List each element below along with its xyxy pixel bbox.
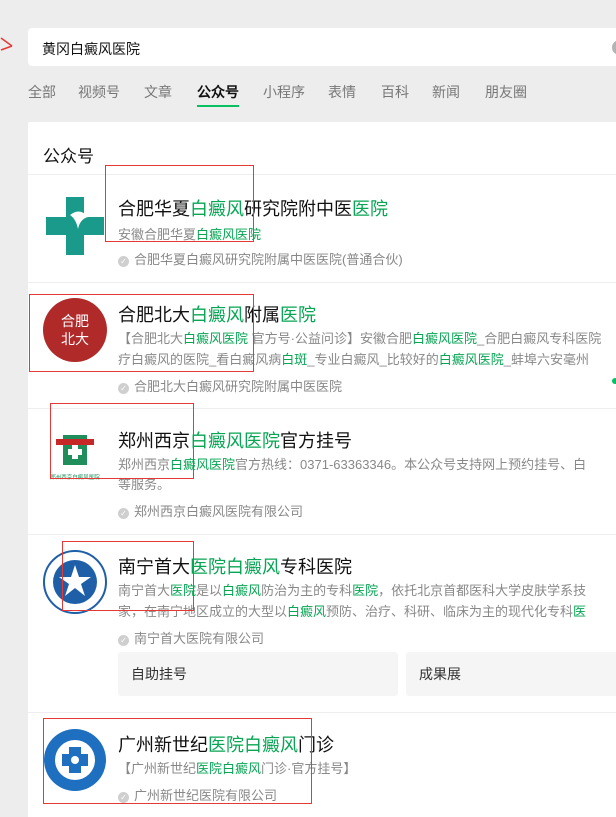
tab-encyclopedia[interactable]: 百科 (381, 82, 409, 102)
search-bar[interactable]: 黄冈白癜风医院 ✕ (28, 28, 616, 66)
account-description: 郑州西京白癜风医院官方热线：0371-63363346。本公众号支持网上预约挂号… (118, 457, 587, 472)
account-owner: ✓ 合肥华夏白癜风研究院附属中医医院(普通合伙) (118, 249, 403, 268)
achievements-button[interactable]: 成果展 (406, 652, 616, 696)
verified-icon: ✓ (118, 256, 129, 267)
tab-moments[interactable]: 朋友圈 (485, 82, 527, 102)
annotation-arrow-icon (0, 37, 13, 51)
account-name[interactable]: 南宁首大医院白癜风专科医院 (118, 553, 352, 579)
account-description: 【合肥北大白癜风医院 官方号·公益问诊】安徽合肥白癜风医院_合肥白癜风专科医院 (118, 331, 602, 346)
result-item[interactable]: 合肥 北大 合肥北大白癜风附属医院 【合肥北大白癜风医院 官方号·公益问诊】安徽… (28, 282, 616, 408)
svg-text:郑州西京白癜风医院: 郑州西京白癜风医院 (50, 473, 100, 481)
hospital-cross-logo-icon (46, 197, 104, 255)
search-results-page: 黄冈白癜风医院 ✕ 全部 视频号 文章 公众号 小程序 表情 百科 新闻 朋友圈… (0, 0, 616, 817)
account-description: 南宁首大医院是以白癜风防治为主的专科医院，依托北京首都医科大学皮肤学系技 (118, 583, 587, 598)
verified-icon: ✓ (118, 792, 129, 803)
account-description-line-2: 等服务。 (118, 477, 171, 492)
svg-text:合肥: 合肥 (61, 314, 89, 330)
hefei-beida-logo-icon: 合肥 北大 (43, 298, 107, 362)
result-item[interactable]: 广州新世纪医院白癜风门诊 【广州新世纪医院白癜风门诊·官方挂号】 ✓ 广州新世纪医… (28, 712, 616, 817)
account-name[interactable]: 合肥华夏白癜风研究院附中医医院 (118, 195, 388, 221)
tab-mini-programs[interactable]: 小程序 (263, 82, 305, 102)
account-owner: ✓ 合肥北大白癜风研究院附属中医医院 (118, 376, 342, 395)
tab-channels[interactable]: 视频号 (78, 82, 120, 102)
results-card: 公众号 合肥华夏白癜风研究院附中医医院 安徽合肥华夏白癜风医院 ✓ 合肥华夏白癜风… (28, 122, 616, 817)
account-name[interactable]: 郑州西京白癜风医院官方挂号 (118, 427, 352, 453)
clear-icon[interactable]: ✕ (612, 40, 616, 55)
status-dot (612, 378, 616, 384)
zhengzhou-xijing-logo-icon: 郑州西京白癜风医院 (50, 435, 100, 481)
account-description-line-2: 疗白癜风的医院_看白癜风病白斑_专业白癜风_比较好的白癜风医院_蚌埠六安毫州 (118, 352, 589, 367)
nanning-shouda-logo-icon (43, 550, 107, 614)
search-input[interactable]: 黄冈白癜风医院 (42, 39, 140, 59)
svg-text:北大: 北大 (61, 332, 89, 348)
tab-official-accounts[interactable]: 公众号 (197, 82, 239, 107)
result-item[interactable]: 郑州西京白癜风医院 郑州西京白癜风医院官方挂号 郑州西京白癜风医院官方热线：03… (28, 408, 616, 534)
account-name[interactable]: 合肥北大白癜风附属医院 (118, 301, 316, 327)
account-description: 安徽合肥华夏白癜风医院 (118, 227, 262, 242)
tab-news[interactable]: 新闻 (432, 82, 460, 102)
account-owner: ✓ 广州新世纪医院有限公司 (118, 785, 277, 804)
account-description-line-2: 家，在南宁地区成立的大型以白癜风预防、治疗、科研、临床为主的现代化专科医 (118, 604, 587, 619)
account-owner: ✓ 南宁首大医院有限公司 (118, 628, 264, 647)
tab-articles[interactable]: 文章 (144, 82, 172, 102)
result-item[interactable]: 合肥华夏白癜风研究院附中医医院 安徽合肥华夏白癜风医院 ✓ 合肥华夏白癜风研究院附… (28, 174, 616, 282)
self-registration-button[interactable]: 自助挂号 (118, 652, 398, 696)
guangzhou-xinshiji-logo-icon (44, 729, 106, 791)
section-title: 公众号 (43, 147, 94, 166)
account-owner: ✓ 郑州西京白癜风医院有限公司 (118, 501, 303, 520)
verified-icon: ✓ (118, 383, 129, 394)
account-name[interactable]: 广州新世纪医院白癜风门诊 (118, 731, 334, 757)
verified-icon: ✓ (118, 508, 129, 519)
tab-all[interactable]: 全部 (28, 82, 56, 102)
verified-icon: ✓ (118, 635, 129, 646)
tab-stickers[interactable]: 表情 (328, 82, 356, 102)
account-description: 【广州新世纪医院白癜风门诊·官方挂号】 (118, 761, 357, 776)
